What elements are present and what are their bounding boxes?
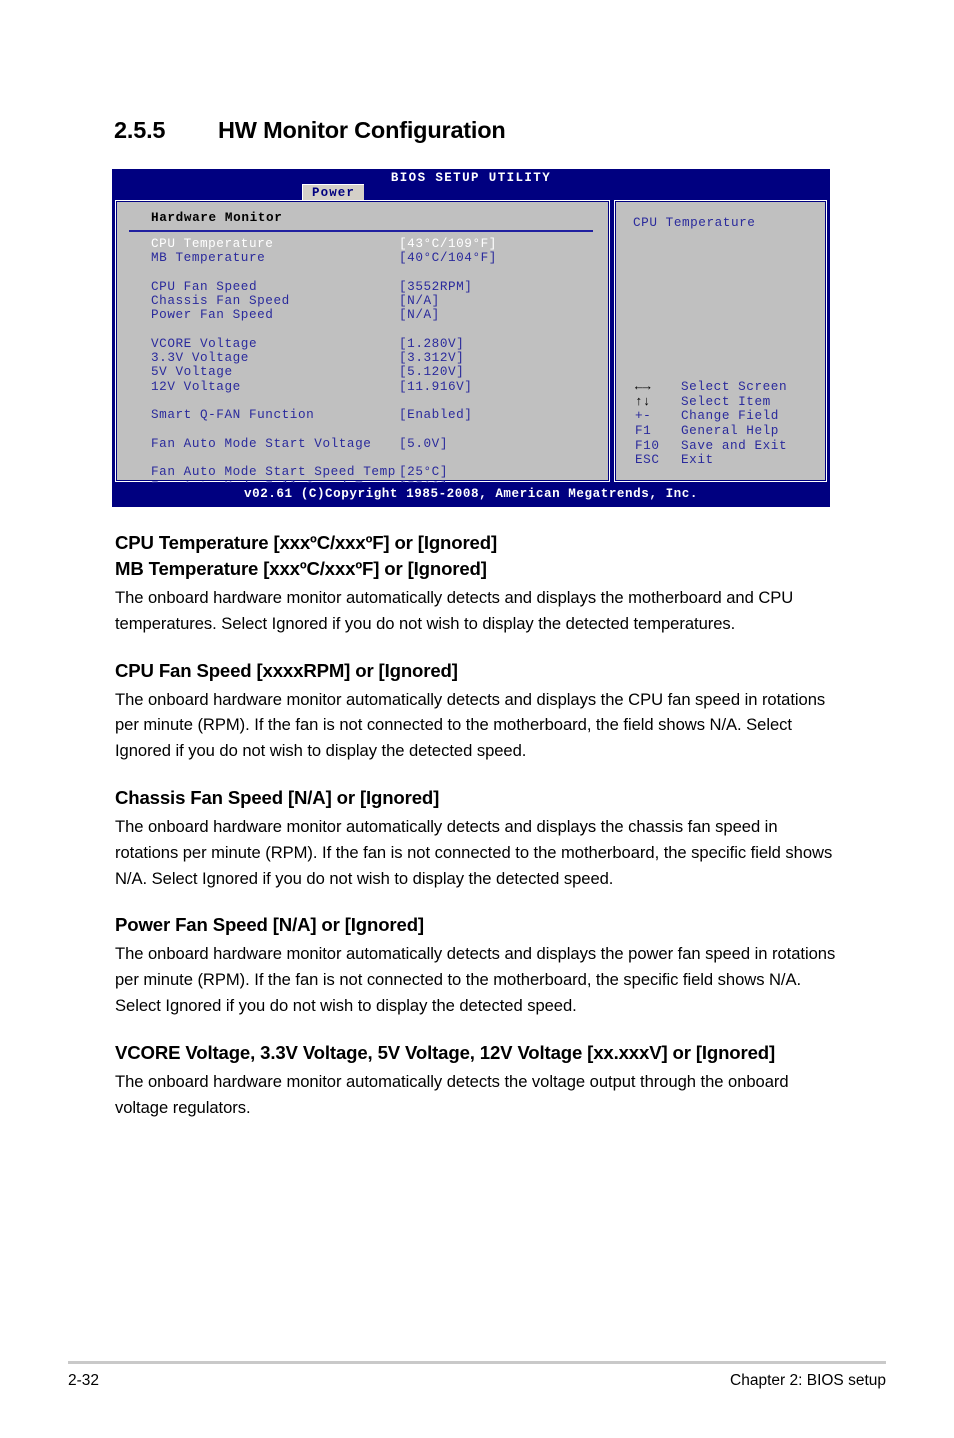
bios-setting-row[interactable]: 5V Voltage [5.120V] [151, 364, 601, 380]
setting-label: 12V Voltage [151, 378, 241, 394]
page-title: 2.5.5 HW Monitor Configuration [114, 117, 506, 144]
plus-minus-key: +- [635, 408, 652, 424]
content-block: Power Fan Speed [N/A] or [Ignored] The on… [115, 912, 837, 1018]
bios-setting-row[interactable]: Chassis Fan Speed [N/A] [151, 292, 601, 308]
bios-setting-row[interactable]: VCORE Voltage [1.280V] [151, 335, 601, 351]
subsection-heading: CPU Fan Speed [xxxxRPM] or [Ignored] [115, 659, 458, 681]
setting-label: CPU Fan Speed [151, 278, 258, 294]
up-down-arrow-icon: ↑↓ [635, 393, 651, 409]
body-paragraph: The onboard hardware monitor automatical… [115, 588, 794, 633]
content-block: CPU Temperature [xxxºC/xxxºF] or [Ignore… [115, 530, 837, 637]
bios-setting-row[interactable]: Power Fan Speed [N/A] [151, 307, 601, 323]
subsection-heading: VCORE Voltage, 3.3V Voltage, 5V Voltage,… [115, 1041, 776, 1063]
row-spacer [151, 422, 601, 436]
setting-label: MB Temperature [151, 249, 266, 265]
content-body: CPU Temperature [xxxºC/xxxºF] or [Ignore… [115, 530, 837, 1141]
setting-value: [25°C] [399, 464, 448, 480]
bios-setting-row[interactable]: 3.3V Voltage [3.312V] [151, 350, 601, 366]
content-block: CPU Fan Speed [xxxxRPM] or [Ignored] The … [115, 658, 837, 764]
setting-value: [N/A] [399, 307, 440, 323]
setting-value: [5.0V] [399, 435, 448, 451]
setting-value: [3552RPM] [399, 278, 473, 294]
bios-footer: v02.61 (C)Copyright 1985-2008, American … [112, 483, 830, 507]
setting-label: 5V Voltage [151, 364, 233, 380]
setting-label: VCORE Voltage [151, 335, 258, 351]
subsection-heading: CPU Temperature [xxxºC/xxxºF] or [Ignore… [115, 532, 497, 553]
body-paragraph: The onboard hardware monitor automatical… [115, 816, 833, 888]
bios-setup-window: BIOS SETUP UTILITY Power Hardware Monito… [112, 169, 830, 507]
help-panel: CPU Temperature ←→ Select Screen ↑↓ Select … [614, 200, 827, 482]
legend-row: ESC Exit [635, 452, 825, 467]
bios-setting-row[interactable]: Smart Q-FAN Function [Enabled] [151, 407, 601, 423]
legend-action-label: Exit [681, 452, 714, 468]
bios-body: Hardware Monitor CPU Temperature [43°C/10… [115, 200, 827, 494]
content-block: VCORE Voltage, 3.3V Voltage, 5V Voltage,… [115, 1040, 837, 1121]
subsection-heading: Power Fan Speed [N/A] or [Ignored] [115, 914, 424, 936]
footer-page-number: 2-32 [68, 1372, 100, 1389]
section-divider [129, 230, 593, 232]
f10-key: F10 [635, 437, 660, 453]
row-spacer [151, 450, 601, 464]
setting-value: [1.280V] [399, 335, 465, 351]
row-spacer [151, 322, 601, 336]
esc-key: ESC [635, 452, 660, 468]
setting-label: Fan Auto Mode Start Speed Temp [151, 464, 396, 480]
subsection-heading: Chassis Fan Speed [N/A] or [Ignored] [115, 786, 440, 808]
left-right-arrow-icon: ←→ [635, 379, 651, 395]
footer-chapter-label: Chapter 2: BIOS setup [730, 1372, 886, 1389]
legend-row: F10 Save and Exit [635, 438, 825, 453]
hardware-monitor-heading: Hardware Monitor [151, 210, 283, 225]
row-spacer [151, 265, 601, 279]
setting-value: [N/A] [399, 292, 440, 308]
legend-row: ←→ Select Screen [635, 379, 825, 394]
body-paragraph: The onboard hardware monitor automatical… [115, 944, 836, 1015]
bios-titlebar: BIOS SETUP UTILITY Power [112, 169, 830, 202]
setting-value: [40°C/104°F] [399, 249, 497, 265]
subsection-heading: MB Temperature [xxxºC/xxxºF] or [Ignored… [115, 558, 487, 579]
setting-label: Chassis Fan Speed [151, 292, 290, 308]
legend-action-label: Select Item [681, 393, 771, 409]
bios-setting-row[interactable]: 12V Voltage [11.916V] [151, 378, 601, 394]
legend-action-label: Select Screen [681, 379, 788, 395]
hardware-monitor-panel: Hardware Monitor CPU Temperature [43°C/10… [115, 200, 610, 494]
setting-label: Smart Q-FAN Function [151, 407, 315, 423]
f1-key: F1 [635, 423, 652, 439]
row-spacer [151, 393, 601, 407]
setting-label: 3.3V Voltage [151, 350, 249, 366]
body-paragraph: The onboard hardware monitor automatical… [115, 689, 826, 761]
section-number: 2.5.5 [114, 117, 166, 143]
help-panel-text: CPU Temperature [633, 215, 756, 230]
bios-setting-row[interactable]: Fan Auto Mode Start Speed Temp [25°C] [151, 464, 601, 480]
bios-setting-row[interactable]: CPU Fan Speed [3552RPM] [151, 278, 601, 294]
body-paragraph: The onboard hardware monitor automatical… [115, 1071, 789, 1117]
setting-value: [5.120V] [399, 364, 465, 380]
legend-row: ↑↓ Select Item [635, 394, 825, 409]
setting-label: Fan Auto Mode Start Voltage [151, 435, 372, 451]
bios-setting-row[interactable]: Fan Auto Mode Start Voltage [5.0V] [151, 435, 601, 451]
setting-value: [3.312V] [399, 350, 465, 366]
bios-setting-row[interactable]: MB Temperature [40°C/104°F] [151, 249, 601, 265]
section-title: HW Monitor Configuration [218, 117, 506, 143]
legend-action-label: General Help [681, 423, 779, 439]
bios-setting-row[interactable]: CPU Temperature [43°C/109°F] [151, 235, 601, 251]
legend-action-label: Save and Exit [681, 437, 788, 453]
setting-value: [11.916V] [399, 378, 473, 394]
setting-label: Power Fan Speed [151, 307, 274, 323]
bios-title: BIOS SETUP UTILITY [390, 171, 552, 185]
footer-divider [68, 1361, 886, 1364]
content-block: Chassis Fan Speed [N/A] or [Ignored] The … [115, 785, 837, 891]
legend-row: F1 General Help [635, 423, 825, 438]
hardware-monitor-rows: CPU Temperature [43°C/109°F] MB Temperatur… [151, 235, 601, 494]
legend-action-label: Change Field [681, 408, 779, 424]
setting-value: [43°C/109°F] [399, 235, 497, 251]
setting-label: CPU Temperature [151, 235, 274, 251]
key-legend: ←→ Select Screen ↑↓ Select Item +- Change Fie… [635, 379, 825, 467]
legend-row: +- Change Field [635, 408, 825, 424]
setting-value: [Enabled] [399, 407, 473, 423]
